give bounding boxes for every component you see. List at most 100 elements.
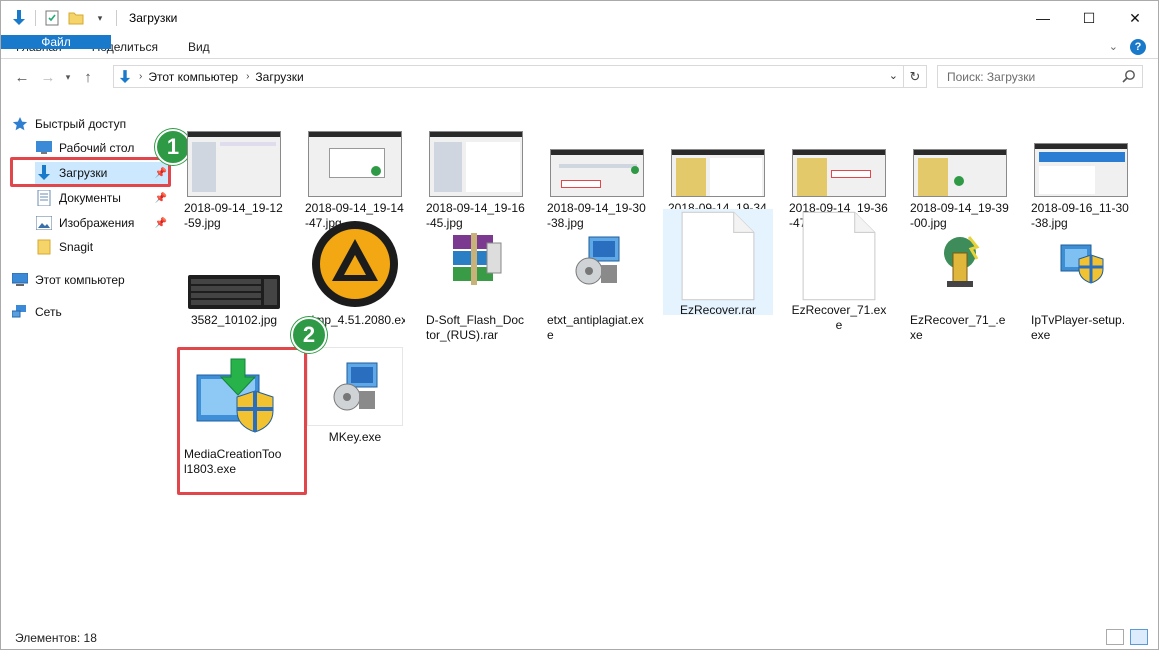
nav-label: Изображения <box>59 216 135 230</box>
image-thumbnail <box>550 149 644 197</box>
highlight-box-downloads <box>10 157 171 187</box>
close-button[interactable]: ✕ <box>1112 1 1158 35</box>
highlight-box-media-creation-tool <box>177 347 307 495</box>
image-thumbnail <box>792 149 886 197</box>
nav-quick-access[interactable]: Быстрый доступ <box>11 113 171 135</box>
nav-label: Документы <box>59 191 121 205</box>
pin-icon[interactable]: 📌 <box>155 193 167 204</box>
nav-label: Рабочий стол <box>59 141 135 155</box>
file-item[interactable]: IpTvPlayer-setup.exe <box>1026 213 1136 343</box>
installer-icon <box>333 362 378 410</box>
breadcrumb-this-pc[interactable]: Этот компьютер <box>148 70 238 84</box>
image-thumbnail <box>913 149 1007 197</box>
network-icon <box>11 304 29 320</box>
nav-desktop[interactable]: Рабочий стол 📌 <box>35 137 171 159</box>
address-row: ← → ▾ ↑ › Этот компьютер › Загрузки ⌄ ↻ … <box>1 59 1158 95</box>
breadcrumb-separator-icon[interactable]: › <box>139 71 142 82</box>
file-item[interactable]: 3582_10102.jpg <box>179 213 289 328</box>
file-item[interactable]: MKey.exe <box>300 347 410 445</box>
help-icon[interactable]: ? <box>1130 38 1146 55</box>
new-folder-icon[interactable] <box>66 8 86 28</box>
nav-label: Этот компьютер <box>35 273 125 287</box>
file-item[interactable]: EzRecover_71_.exe <box>905 213 1015 343</box>
expand-ribbon-icon[interactable]: ⌄ <box>1109 40 1118 53</box>
back-arrow-icon[interactable]: ← <box>9 64 35 90</box>
file-item[interactable]: 2018-09-14_19-14-47.jpg <box>300 101 410 231</box>
nav-label: Snagit <box>59 240 94 254</box>
tab-file[interactable]: Файл <box>1 35 111 49</box>
title-bar: ▾ Загрузки — ☐ ✕ <box>1 1 1158 35</box>
nav-snagit[interactable]: Snagit <box>35 236 171 258</box>
ribbon-tabs: Файл Главная Поделиться Вид ⌄ ? <box>1 35 1158 59</box>
star-icon <box>11 116 29 132</box>
recent-locations-icon[interactable]: ▾ <box>61 64 75 90</box>
generic-file-icon <box>681 211 755 301</box>
large-icons-view-icon[interactable] <box>1130 629 1148 645</box>
image-thumbnail <box>187 131 281 197</box>
file-item[interactable]: etxt_antiplagiat.exe <box>542 213 652 343</box>
file-name: 3582_10102.jpg <box>190 313 278 327</box>
search-icon[interactable] <box>1122 69 1136 86</box>
item-count: Элементов: 18 <box>15 631 97 645</box>
step-badge-2: 2 <box>291 317 327 353</box>
winrar-icon <box>453 233 502 285</box>
file-name: D-Soft_Flash_Doctor_(RUS).rar <box>426 313 525 342</box>
downloads-arrow-icon <box>9 8 29 28</box>
file-item[interactable]: aimp_4.51.2080.exe <box>300 213 410 328</box>
file-item[interactable]: 2018-09-14_19-39-00.jpg <box>905 101 1015 231</box>
address-dropdown-icon[interactable]: ⌄ <box>889 69 898 82</box>
file-name: EzRecover_71_.exe <box>910 313 1006 342</box>
image-thumbnail <box>308 131 402 197</box>
maximize-button[interactable]: ☐ <box>1066 1 1112 35</box>
qat-dropdown-icon[interactable]: ▾ <box>90 8 110 28</box>
file-view: 2018-09-14_19-12-59.jpg 2018-09-14_19-14… <box>179 101 1149 621</box>
file-name: etxt_antiplagiat.exe <box>547 313 644 342</box>
breadcrumb-separator-icon[interactable]: › <box>246 71 249 82</box>
desktop-icon <box>35 140 53 156</box>
nav-network[interactable]: Сеть <box>11 301 171 323</box>
file-name: EzRecover_71.exe <box>791 303 887 332</box>
nav-label: Сеть <box>35 305 62 319</box>
breadcrumb-downloads[interactable]: Загрузки <box>255 70 303 84</box>
setup-shield-icon <box>1060 244 1104 284</box>
file-item[interactable]: EzRecover.rar <box>663 209 773 317</box>
aimp-icon <box>312 221 398 307</box>
file-name: MKey.exe <box>328 430 382 444</box>
search-input[interactable]: Поиск: Загрузки <box>937 65 1143 88</box>
file-name: IpTvPlayer-setup.exe <box>1031 313 1126 342</box>
file-item[interactable]: 2018-09-14_19-16-45.jpg <box>421 101 531 231</box>
file-item[interactable]: D-Soft_Flash_Doctor_(RUS).rar <box>421 213 531 343</box>
status-bar: Элементов: 18 <box>1 625 1158 651</box>
installer-icon <box>575 236 620 285</box>
nav-documents[interactable]: Документы 📌 <box>35 187 171 209</box>
file-item[interactable]: 2018-09-16_11-30-38.jpg <box>1026 101 1136 231</box>
computer-icon <box>11 272 29 288</box>
details-view-icon[interactable] <box>1106 629 1124 645</box>
nav-label: Быстрый доступ <box>35 117 127 131</box>
documents-icon <box>35 190 53 206</box>
minimize-button[interactable]: — <box>1020 1 1066 35</box>
forward-arrow-icon[interactable]: → <box>35 64 61 90</box>
window-title: Загрузки <box>129 11 178 25</box>
explorer-window: ▾ Загрузки — ☐ ✕ Файл Главная Поделиться… <box>0 0 1159 650</box>
nav-pictures[interactable]: Изображения 📌 <box>35 212 171 234</box>
pictures-icon <box>35 215 53 231</box>
image-thumbnail <box>671 149 765 197</box>
address-bar[interactable]: › Этот компьютер › Загрузки ⌄ ↻ <box>113 65 927 88</box>
folder-icon <box>35 239 53 255</box>
generic-file-icon <box>802 211 876 301</box>
pin-icon[interactable]: 📌 <box>155 218 167 229</box>
file-item[interactable]: 2018-09-14_19-12-59.jpg <box>179 101 289 231</box>
downloads-location-icon <box>119 69 131 84</box>
image-thumbnail <box>1034 143 1128 197</box>
properties-icon[interactable] <box>42 8 62 28</box>
file-item[interactable]: 2018-09-14_19-30-38.jpg <box>542 101 652 231</box>
up-arrow-icon[interactable]: ↑ <box>75 64 101 90</box>
nav-this-pc[interactable]: Этот компьютер <box>11 269 171 291</box>
search-placeholder: Поиск: Загрузки <box>947 69 1036 84</box>
refresh-button[interactable]: ↻ <box>903 66 926 87</box>
quick-access-toolbar: ▾ <box>1 1 123 35</box>
file-name: EzRecover.rar <box>679 303 757 317</box>
file-item[interactable]: EzRecover_71.exe <box>784 211 894 333</box>
tab-view[interactable]: Вид <box>173 35 225 58</box>
